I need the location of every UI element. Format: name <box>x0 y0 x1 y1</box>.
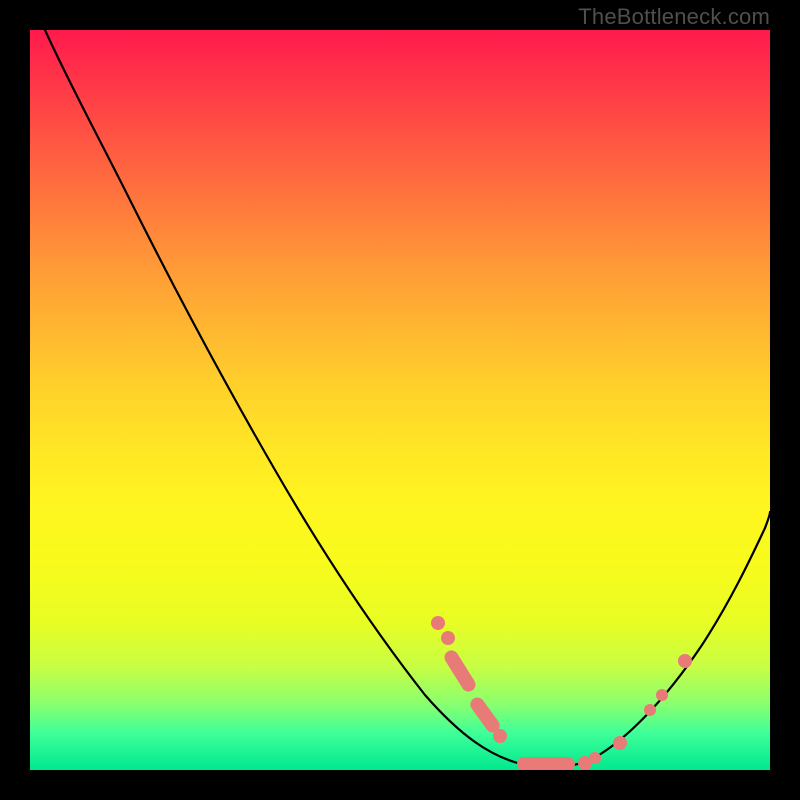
curve-marker-segment <box>468 695 503 736</box>
curve-marker <box>431 616 445 630</box>
curve-marker <box>441 631 455 645</box>
curve-marker <box>613 736 627 750</box>
curve-marker <box>644 704 656 716</box>
curve-marker <box>656 689 668 701</box>
chart-overlay <box>30 30 770 770</box>
curve-marker <box>678 654 692 668</box>
curve-marker <box>493 729 507 743</box>
attribution-watermark: TheBottleneck.com <box>578 4 770 30</box>
bottleneck-curve <box>45 30 770 767</box>
curve-marker-segment <box>442 648 478 694</box>
curve-marker <box>589 752 601 764</box>
curve-marker-floor <box>517 757 575 770</box>
